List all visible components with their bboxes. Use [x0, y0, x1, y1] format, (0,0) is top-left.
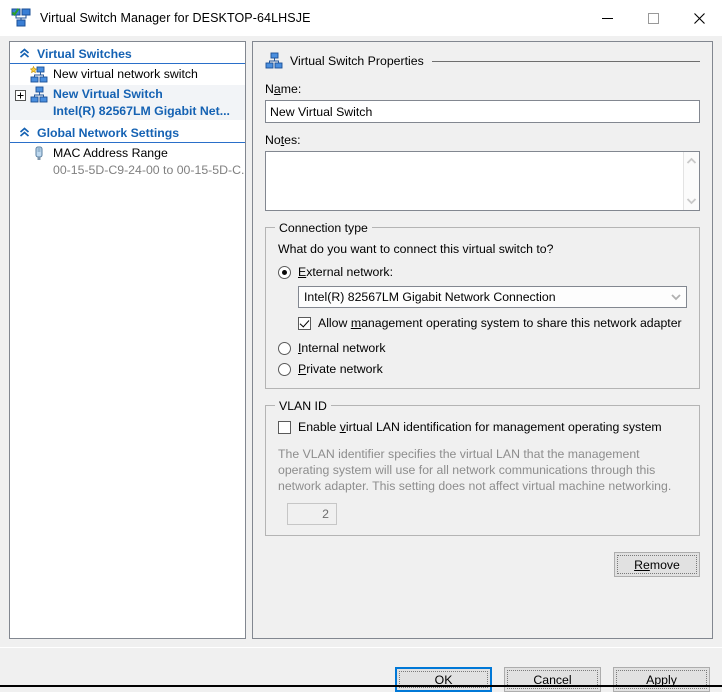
sidebar-section-label: Global Network Settings [37, 125, 180, 140]
external-network-radio[interactable] [278, 265, 291, 279]
virtual-switch-properties-header: Virtual Switch Properties [265, 52, 700, 70]
new-virtual-switch-icon [29, 65, 48, 84]
network-adapter-dropdown[interactable]: Intel(R) 82567LM Gigabit Network Connect… [298, 286, 687, 308]
notes-scrollbar[interactable] [683, 152, 699, 210]
content-area: Virtual Switches New virtual network swi… [9, 41, 713, 639]
minimize-button[interactable] [584, 0, 630, 36]
header-rule [431, 60, 700, 62]
internal-network-radio-row[interactable]: Internal network [278, 341, 687, 355]
private-network-radio-row[interactable]: Private network [278, 362, 687, 376]
name-label-post: me: [280, 82, 302, 96]
maximize-button[interactable] [630, 0, 676, 36]
vlan-id-spinner: 2 [287, 503, 337, 525]
notes-label: Notes: [265, 133, 700, 147]
virtual-switch-icon [265, 52, 283, 70]
switch-name-input[interactable] [265, 100, 700, 123]
notes-field-wrapper [265, 151, 700, 211]
notes-label-post: es: [284, 133, 301, 147]
window-title: Virtual Switch Manager for DESKTOP-64LHS… [40, 11, 311, 25]
sidebar-item-mac-address-range[interactable]: MAC Address Range 00-15-5D-C9-24-00 to 0… [10, 144, 245, 179]
sidebar-tree[interactable]: Virtual Switches New virtual network swi… [9, 41, 246, 639]
internal-network-radio[interactable] [278, 341, 291, 355]
sidebar-item-sublabel: 00-15-5D-C9-24-00 to 00-15-5D-C... [53, 163, 246, 177]
double-chevron-up-icon [17, 126, 31, 140]
sidebar-item-new-virtual-switch[interactable]: New Virtual Switch Intel(R) 82567LM Giga… [10, 85, 245, 120]
vlan-id-group: VLAN ID Enable virtual LAN identificatio… [265, 399, 700, 536]
network-adapter-value: Intel(R) 82567LM Gigabit Network Connect… [304, 290, 556, 304]
remove-button-row: Remove [265, 552, 700, 577]
external-network-radio-row[interactable]: External network: [278, 265, 687, 279]
external-network-label: External network: [298, 265, 394, 279]
double-chevron-up-icon [17, 47, 31, 61]
close-icon [693, 12, 705, 24]
dialog-body: Virtual Switches New virtual network swi… [0, 36, 722, 692]
chevron-up-icon[interactable] [686, 154, 697, 168]
private-network-radio[interactable] [278, 362, 291, 376]
name-label-accel: a [273, 82, 281, 96]
close-button[interactable] [676, 0, 722, 36]
virtual-switch-icon [30, 86, 48, 104]
ok-button[interactable]: OK [395, 667, 492, 692]
vlan-description: The VLAN identifier specifies the virtua… [278, 447, 672, 493]
connection-type-question: What do you want to connect this virtual… [278, 242, 554, 256]
title-bar: Virtual Switch Manager for DESKTOP-64LHS… [0, 0, 722, 37]
sidebar-item-sublabel: Intel(R) 82567LM Gigabit Net... [53, 104, 230, 118]
allow-management-checkbox[interactable] [298, 316, 311, 330]
allow-management-row[interactable]: Allow management operating system to sha… [298, 316, 687, 330]
notes-label-pre: No [265, 133, 281, 147]
maximize-icon [647, 12, 659, 24]
enable-vlan-checkbox[interactable] [278, 420, 291, 434]
apply-button[interactable]: Apply [613, 667, 710, 692]
allow-management-label: Allow management operating system to sha… [318, 316, 682, 330]
expand-plus-icon[interactable] [15, 90, 26, 101]
minimize-icon [601, 17, 613, 19]
notes-textarea[interactable] [266, 152, 683, 210]
vlan-id-title: VLAN ID [275, 399, 331, 413]
sidebar-section-label: Virtual Switches [37, 46, 132, 61]
name-label: Name: [265, 82, 700, 96]
enable-vlan-label: Enable virtual LAN identification for ma… [298, 420, 662, 434]
mac-address-icon [30, 145, 48, 163]
window-controls [584, 0, 722, 36]
sidebar-item-new-virtual-network-switch[interactable]: New virtual network switch [10, 65, 245, 85]
sidebar-section-global-network-settings[interactable]: Global Network Settings [10, 123, 245, 143]
name-label-pre: N [265, 82, 274, 96]
chevron-down-icon[interactable] [686, 194, 697, 208]
sidebar-item-label: New Virtual Switch [53, 87, 163, 101]
sidebar-section-virtual-switches[interactable]: Virtual Switches [10, 44, 245, 64]
connection-type-title: Connection type [275, 221, 372, 235]
internal-network-label: Internal network [298, 341, 386, 355]
vlan-id-value: 2 [322, 507, 329, 521]
dialog-footer: OK Cancel Apply [0, 648, 722, 692]
chevron-down-icon[interactable] [666, 287, 686, 307]
remove-button[interactable]: Remove [614, 552, 700, 577]
connection-type-group: Connection type What do you want to conn… [265, 221, 700, 389]
properties-panel: Virtual Switch Properties Name: Notes: [252, 41, 713, 639]
sidebar-item-label: MAC Address Range [53, 146, 168, 160]
enable-vlan-row[interactable]: Enable virtual LAN identification for ma… [278, 420, 687, 434]
cancel-button[interactable]: Cancel [504, 667, 601, 692]
private-network-label: Private network [298, 362, 383, 376]
sidebar-item-label: New virtual network switch [53, 67, 198, 81]
group-title: Virtual Switch Properties [290, 54, 424, 68]
virtual-switch-icon [11, 8, 31, 28]
